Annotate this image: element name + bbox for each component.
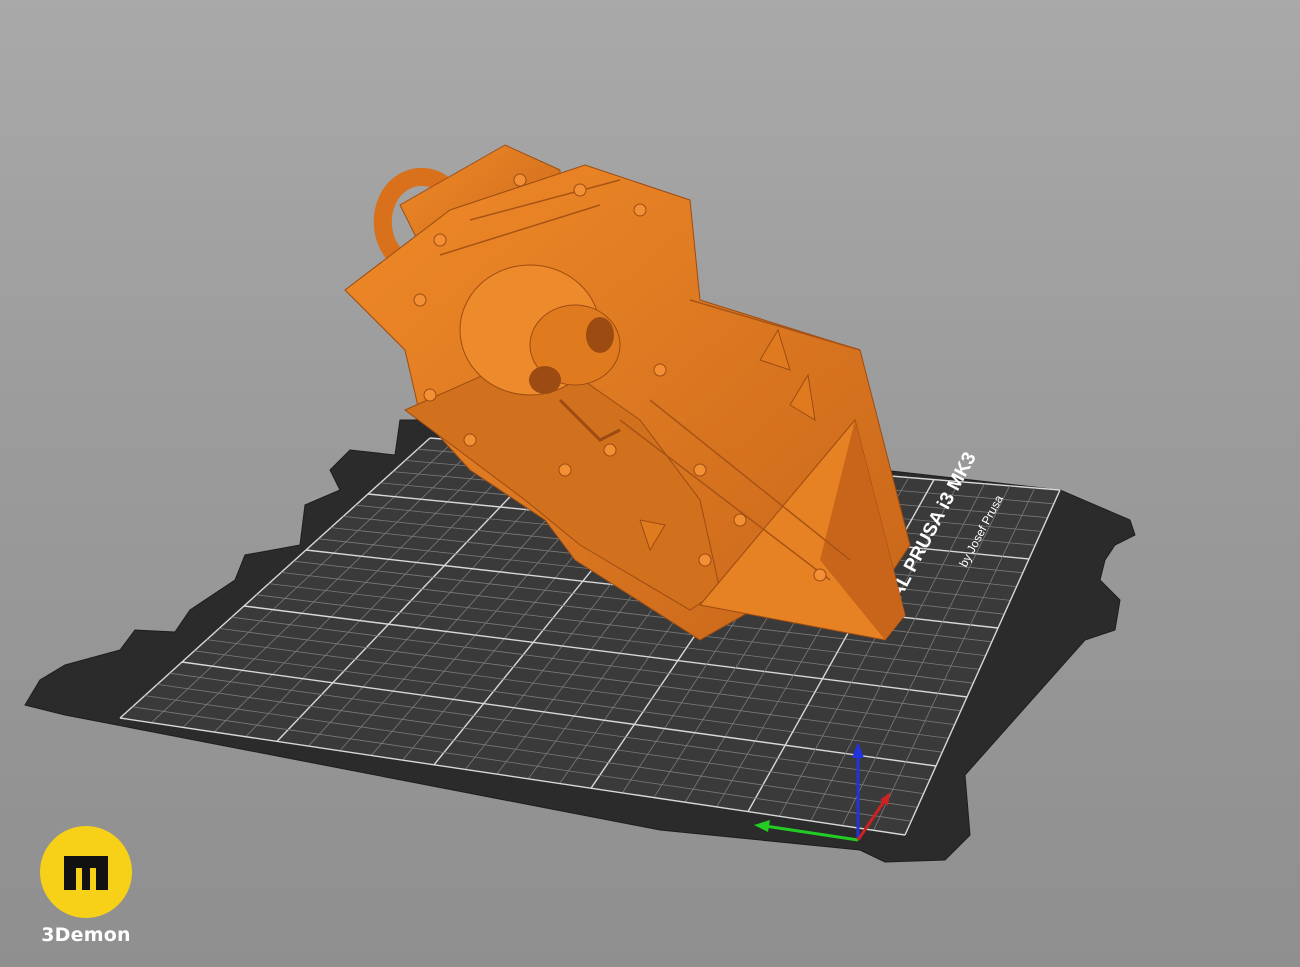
brand-name: 3Demon <box>41 924 131 946</box>
rivet <box>413 293 427 307</box>
rivet <box>558 463 572 477</box>
rivet <box>603 443 617 457</box>
rivet <box>573 183 587 197</box>
rivet <box>733 513 747 527</box>
brand-watermark: 3Demon <box>40 826 140 946</box>
3d-viewport[interactable]: AL PRUSA i3 MK3 by Josef Prusa 3Demon <box>0 0 1300 967</box>
m-glyph-icon <box>64 856 108 890</box>
rivet <box>463 433 477 447</box>
brand-logo-icon <box>40 826 132 918</box>
rivet <box>513 173 527 187</box>
rivet <box>698 553 712 567</box>
rivet <box>423 388 437 402</box>
rivet <box>813 568 827 582</box>
rivet <box>653 363 667 377</box>
scene-canvas[interactable]: AL PRUSA i3 MK3 by Josef Prusa <box>0 0 1300 967</box>
rivet <box>433 233 447 247</box>
rivet <box>693 463 707 477</box>
rivet <box>633 203 647 217</box>
